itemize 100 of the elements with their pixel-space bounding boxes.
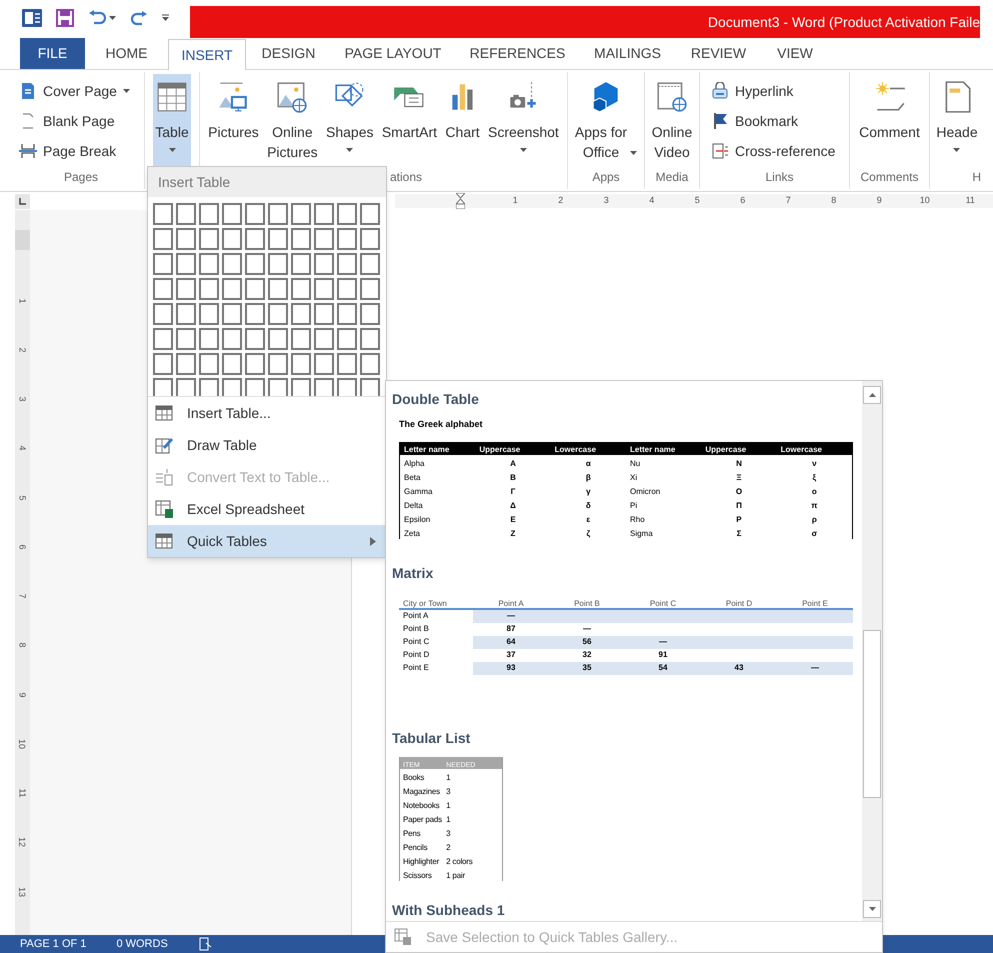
- table-cell: —: [473, 610, 549, 623]
- ribbon-button[interactable]: Cross-reference: [710, 136, 836, 166]
- video-globe-icon: [655, 80, 689, 114]
- table-cell: ρ: [812, 514, 817, 524]
- ribbon-button[interactable]: Screenshot: [486, 74, 561, 166]
- group-label: Comments: [860, 170, 918, 184]
- status-text[interactable]: PAGE 1 OF 1: [20, 936, 86, 952]
- ribbon-button[interactable]: Shapes: [324, 74, 376, 166]
- table-preview[interactable]: Letter name Uppercase Lowercase Letter name Uppercase Lowercase Alpha Α α Nu Ν ν Beta Β β Xi Ξ ξ Gamma Γ γ Omicron Ο ο Delta Δ δ Pi Π π Epsilon Ε ε Rho Ρ ρ Zeta Ζ ζ Sigma Σ σ: [399, 442, 853, 538]
- table-preview[interactable]: City or Town Point A Point B Point C Point D Point E Point A — Point B 87 — Point C 64 56 — Point D 37 32 91 Point E 93 35 54 43 —: [399, 596, 853, 675]
- pencil-table-icon: [155, 436, 173, 454]
- table-header-cell: Letter name: [630, 445, 676, 454]
- ribbon-button[interactable]: Page Break: [18, 136, 118, 166]
- table-cell: ο: [812, 486, 817, 496]
- table-cell: ν: [812, 458, 817, 468]
- menu-header: Insert Table: [158, 172, 230, 192]
- table-header-cell: City or Town: [403, 598, 447, 608]
- table-cell: Notebooks: [403, 801, 440, 810]
- table-caption: The Greek alphabet: [399, 418, 483, 431]
- table-cell-text: Point A: [402, 610, 430, 622]
- group-label: H: [972, 170, 981, 184]
- redo-icon[interactable]: [130, 10, 148, 26]
- table-icon: [155, 532, 173, 550]
- ribbon-button[interactable]: Heade: [934, 74, 980, 166]
- ribbon-button[interactable]: Online Pictures: [265, 74, 320, 166]
- ruler-number: 11: [16, 788, 28, 798]
- ruler-number: 5: [16, 495, 28, 500]
- gallery-item-title[interactable]: Matrix: [392, 562, 862, 584]
- ribbon-button[interactable]: SmartArt: [380, 74, 440, 166]
- table-cell: Books: [403, 773, 424, 782]
- menu-item[interactable]: Quick Tables: [148, 525, 386, 557]
- ruler-number: 8: [831, 195, 836, 206]
- customize-icon[interactable]: [162, 14, 169, 22]
- table-cell-text: 37: [506, 649, 516, 662]
- ribbon-tab[interactable]: INSERT: [168, 39, 246, 70]
- scrollbar[interactable]: [862, 381, 882, 921]
- ribbon-tab[interactable]: VIEW: [762, 38, 828, 69]
- table-cell: Rho: [630, 514, 645, 524]
- indent-marker-icon[interactable]: [456, 193, 465, 209]
- undo-icon[interactable]: [88, 10, 106, 26]
- tab-selector-icon[interactable]: [14, 194, 30, 208]
- table-icon: [155, 80, 189, 114]
- save-icon[interactable]: [56, 9, 74, 27]
- ruler-number: 5: [694, 195, 700, 206]
- cross-reference-icon: [711, 142, 729, 160]
- group-label: Links: [765, 170, 794, 184]
- margin-marker[interactable]: [15, 230, 30, 250]
- table-cell-text: Point C: [402, 636, 430, 648]
- table-cell: Highlighter: [403, 857, 440, 866]
- table-size-grid[interactable]: [153, 203, 380, 396]
- ribbon-tab[interactable]: FILE: [20, 38, 85, 69]
- table-cell: δ: [586, 500, 591, 510]
- table-cell: 1: [446, 801, 450, 810]
- ribbon-tab[interactable]: REFERENCES: [455, 38, 580, 69]
- table-cell: Ν: [736, 458, 742, 468]
- ribbon-button[interactable]: Chart: [443, 74, 482, 166]
- ribbon-tab[interactable]: MAILINGS: [580, 38, 675, 69]
- table-header-cell: Point A: [498, 598, 524, 608]
- table-cell: π: [811, 500, 818, 510]
- ribbon-button[interactable]: Online Video: [650, 74, 694, 166]
- ribbon-button[interactable]: Hyperlink: [710, 76, 794, 106]
- ribbon-button[interactable]: Cover Page: [18, 76, 131, 106]
- table-header-cell: Uppercase: [479, 445, 520, 454]
- ribbon-button[interactable]: Apps for Office: [572, 74, 640, 166]
- ribbon-button[interactable]: Pictures: [206, 74, 261, 166]
- ribbon-tab[interactable]: HOME: [85, 38, 168, 69]
- table-cell: Nu: [630, 458, 640, 468]
- ruler-number: 3: [604, 195, 609, 206]
- gallery-item-title[interactable]: With Subheads 1: [392, 900, 862, 921]
- ribbon-tab[interactable]: DESIGN: [246, 38, 331, 69]
- gallery-item-title[interactable]: Tabular List: [392, 728, 862, 750]
- table-cell: Ρ: [736, 514, 742, 524]
- ribbon-button[interactable]: Comment: [857, 74, 922, 166]
- ruler-number: 6: [740, 195, 746, 206]
- ribbon-tab[interactable]: PAGE LAYOUT: [331, 38, 455, 69]
- ribbon-button[interactable]: Bookmark: [710, 106, 800, 136]
- table-cell: Σ: [736, 528, 742, 538]
- table-cell: 56: [549, 636, 625, 649]
- ribbon-tab[interactable]: REVIEW: [675, 38, 762, 69]
- save-table-icon: [394, 928, 412, 946]
- scroll-up-icon[interactable]: [868, 393, 876, 397]
- app-icon[interactable]: [22, 8, 42, 28]
- ribbon-button[interactable]: Blank Page: [18, 106, 116, 136]
- table-cell: 3: [446, 829, 450, 838]
- ruler-number: 3: [16, 396, 28, 402]
- table-cell: Scissors: [403, 871, 432, 880]
- ruler-number: 10: [920, 195, 930, 206]
- ruler-number: 9: [16, 692, 28, 698]
- status-text[interactable]: 0 WORDS: [116, 936, 168, 952]
- ruler-number: 10: [16, 738, 28, 749]
- scroll-down-icon[interactable]: [868, 907, 876, 911]
- caret-icon: [109, 16, 116, 20]
- ribbon-button[interactable]: Table: [153, 74, 191, 166]
- ruler-number: 2: [16, 347, 28, 352]
- ruler-number: 6: [16, 544, 28, 550]
- gallery-item-title[interactable]: Double Table: [392, 389, 862, 410]
- table-cell: 93: [473, 662, 549, 675]
- table-header-cell: Letter name: [404, 445, 450, 454]
- ruler-number: 13: [16, 886, 28, 897]
- table-cell: Β: [510, 472, 516, 482]
